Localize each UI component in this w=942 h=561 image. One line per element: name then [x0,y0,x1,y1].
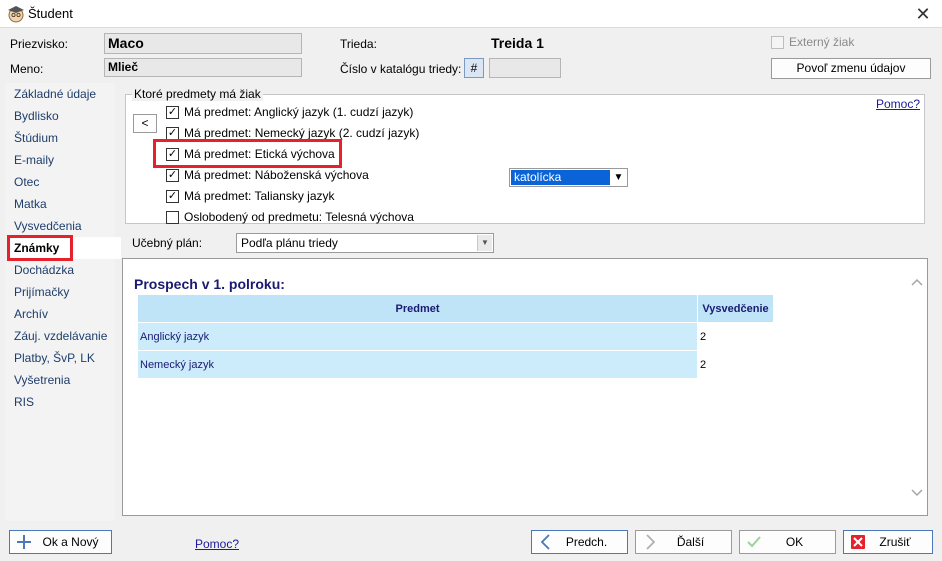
subject-label-italian: Má predmet: Taliansky jazyk [184,189,335,203]
sidebar-item-prijimacky[interactable]: Prijímačky [9,281,115,303]
ok-and-new-label: Ok a Nový [42,535,99,549]
sidebar-item-matka[interactable]: Matka [9,193,115,215]
subjects-help-link[interactable]: Pomoc? [876,97,920,111]
vertical-scrollbar[interactable] [908,274,926,502]
name-field[interactable]: Mlieč [104,58,302,77]
sidebar-item-vysetrenia[interactable]: Vyšetrenia [9,369,115,391]
sidebar-item-zakladne-udaje[interactable]: Základné údaje [9,83,115,105]
previous-label: Predch. [565,535,608,549]
ok-label: OK [785,535,804,549]
previous-button[interactable]: Predch. [531,530,628,554]
catalog-label: Číslo v katalógu triedy: [340,62,462,76]
sidebar-item-bydlisko[interactable]: Bydlisko [9,105,115,127]
sidebar-item-otec[interactable]: Otec [9,171,115,193]
surname-field[interactable]: Maco [104,33,302,54]
checkbox-english[interactable]: ✓ [166,106,179,119]
chevron-down-icon: ▼ [477,235,492,251]
collapse-back-button[interactable]: < [133,114,157,133]
footer-help-link[interactable]: Pomoc? [195,537,239,551]
table-row[interactable]: Anglický jazyk 2 [137,322,774,351]
subjects-legend: Ktoré predmety má žiak [132,87,263,101]
sidebar-item-platby[interactable]: Platby, ŠvP, LK [9,347,115,369]
ok-button[interactable]: OK [739,530,836,554]
sidebar-item-znamky[interactable]: Známky [7,235,73,261]
study-plan-value: Podľa plánu triedy [241,236,338,250]
grades-title: Prospech v 1. polroku: [134,276,285,292]
cell-subject: Nemecký jazyk [137,350,698,379]
sidebar-item-dochadzka[interactable]: Dochádzka [9,259,115,281]
next-label: Ďalší [676,535,705,549]
cancel-label: Zrušiť [879,535,911,549]
student-avatar-icon [8,6,24,23]
sidebar-item-emaily[interactable]: E-maily [9,149,115,171]
highlight-ethics [153,139,342,168]
study-plan-select[interactable]: Podľa plánu triedy ▼ [236,233,494,253]
religion-select-value: katolícka [511,170,610,185]
subject-label-pe-exempt: Oslobodený od predmetu: Telesná výchova [184,210,414,224]
subject-label-german: Má predmet: Nemecký jazyk (2. cudzí jazy… [184,126,420,140]
catalog-number-field[interactable] [489,58,561,78]
checkbox-religion[interactable]: ✓ [166,169,179,182]
external-student-checkbox[interactable] [771,36,784,49]
checkbox-italian[interactable]: ✓ [166,190,179,203]
external-student-label: Externý žiak [789,35,855,49]
name-label: Meno: [10,62,44,76]
grades-table: Predmet Vysvedčenie Anglický jazyk 2 Nem… [137,294,774,379]
sidebar-item-archiv[interactable]: Archív [9,303,115,325]
class-label: Trieda: [340,37,377,51]
chevron-down-icon: ▼ [611,170,626,185]
sidebar-item-studium[interactable]: Štúdium [9,127,115,149]
subject-label-religion: Má predmet: Náboženská výchova [184,168,369,182]
column-header-certificate: Vysvedčenie [697,294,774,323]
table-row[interactable]: Nemecký jazyk 2 [137,350,774,379]
cell-subject: Anglický jazyk [137,322,698,351]
allow-change-button[interactable]: Povoľ zmenu údajov [771,58,931,79]
column-header-subject: Predmet [137,294,698,323]
subject-label-english: Má predmet: Anglický jazyk (1. cudzí jaz… [184,105,414,119]
scroll-up-icon [911,278,923,286]
sidebar: Základné údaje Bydlisko Štúdium E-maily … [5,83,121,521]
surname-label: Priezvisko: [10,37,69,51]
title-bar: Študent ✕ [0,0,942,28]
next-button[interactable]: Ďalší [635,530,732,554]
table-header-row: Predmet Vysvedčenie [137,294,774,323]
scroll-down-icon [911,489,923,497]
religion-select[interactable]: katolícka ▼ [509,168,628,187]
sidebar-item-ris[interactable]: RIS [9,391,115,413]
cancel-button[interactable]: Zrušiť [843,530,933,554]
ok-and-new-button[interactable]: Ok a Nový [9,530,112,554]
window-title: Študent [28,6,73,21]
catalog-hash-button[interactable]: # [464,58,484,78]
sidebar-item-zauj-vzdelavanie[interactable]: Záuj. vzdelávanie [9,325,115,347]
cell-grade: 2 [697,350,774,379]
class-value: Treida 1 [491,35,544,51]
close-icon[interactable]: ✕ [904,0,942,28]
checkbox-pe-exempt[interactable] [166,211,179,224]
cell-grade: 2 [697,322,774,351]
sidebar-item-vysvedcenia[interactable]: Vysvedčenia [9,215,115,237]
study-plan-label: Učebný plán: [132,236,203,250]
